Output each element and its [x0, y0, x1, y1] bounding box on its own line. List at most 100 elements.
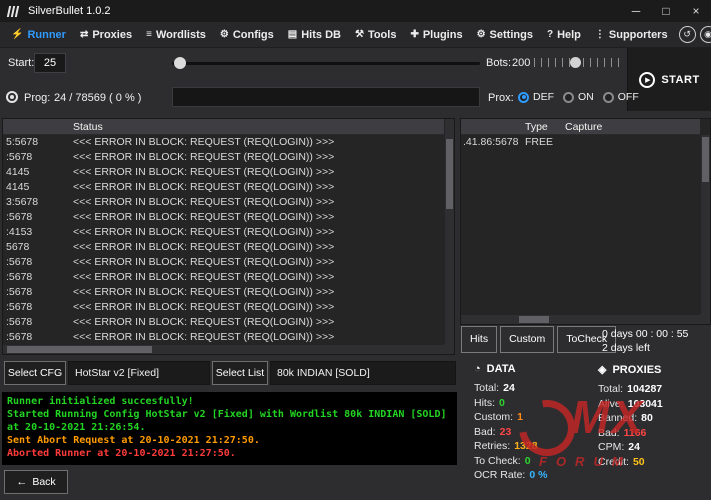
stat-label: Bad:: [474, 426, 496, 438]
table-row[interactable]: :5678 <<< ERROR IN BLOCK: REQUEST (REQ(L…: [3, 300, 444, 315]
console-line: Aborted Runner at 20-10-2021 21:27:50.: [7, 447, 452, 460]
proxy-fragment: :5678: [3, 255, 73, 270]
stat-row: Banned: 80: [598, 412, 663, 424]
table-row[interactable]: :5678 <<< ERROR IN BLOCK: REQUEST (REQ(L…: [3, 255, 444, 270]
stat-label: Retries:: [474, 440, 510, 452]
select-list-button[interactable]: Select List: [212, 361, 268, 385]
table-row[interactable]: 4145 <<< ERROR IN BLOCK: REQUEST (REQ(LO…: [3, 180, 444, 195]
vertical-scrollbar[interactable]: [444, 119, 454, 344]
camera-icon-icon[interactable]: ◉: [700, 26, 711, 43]
settings[interactable]: ⚙ Settings: [470, 22, 540, 48]
table-row[interactable]: :5678 <<< ERROR IN BLOCK: REQUEST (REQ(L…: [3, 210, 444, 225]
proxies-icon-icon: ⇄: [80, 29, 88, 40]
help[interactable]: ? Help: [540, 22, 588, 48]
stat-value: 1: [517, 411, 523, 423]
table-row[interactable]: :4153 <<< ERROR IN BLOCK: REQUEST (REQ(L…: [3, 225, 444, 240]
radio-label: OFF: [618, 91, 639, 103]
bots-slider[interactable]: [534, 56, 620, 69]
elapsed-time: 0 days 00 : 00 : 55: [602, 327, 688, 341]
proxy-fragment: :5678: [3, 270, 73, 285]
status-log-table: Status 5:5678 <<< ERROR IN BLOCK: REQUES…: [2, 118, 455, 355]
wordlists-icon-icon: ≡: [146, 29, 152, 40]
status-message: <<< ERROR IN BLOCK: REQUEST (REQ(LOGIN))…: [73, 285, 444, 300]
nav-items: ⚡ Runner ⇄ Proxies ≡ Wordlists ⚙ Configs: [0, 22, 675, 48]
back-button[interactable]: ← Back: [4, 470, 68, 494]
main-tables: Status 5:5678 <<< ERROR IN BLOCK: REQUES…: [0, 118, 711, 355]
stat-value: 0: [499, 397, 505, 409]
frag-column-header: [3, 119, 73, 134]
stat-label: Banned:: [598, 412, 637, 424]
stat-row: To Check: 0: [474, 455, 547, 467]
hits-db[interactable]: ▤ Hits DB: [281, 22, 348, 48]
table-row[interactable]: :5678 <<< ERROR IN BLOCK: REQUEST (REQ(L…: [3, 270, 444, 285]
selected-config-name: HotStar v2 [Fixed]: [68, 361, 210, 385]
proxies[interactable]: ⇄ Proxies: [73, 22, 139, 48]
history-icon-icon[interactable]: ↺: [679, 26, 696, 43]
stat-row: Retries: 1328: [474, 440, 547, 452]
table-row[interactable]: 3:5678 <<< ERROR IN BLOCK: REQUEST (REQ(…: [3, 195, 444, 210]
start-slider[interactable]: [172, 62, 480, 65]
vertical-scrollbar[interactable]: [700, 135, 710, 314]
stat-label: OCR Rate:: [474, 469, 525, 481]
horizontal-scrollbar[interactable]: [3, 344, 444, 354]
wordlists[interactable]: ≡ Wordlists: [139, 22, 213, 48]
off[interactable]: OFF: [603, 91, 639, 103]
close-button[interactable]: ×: [681, 0, 711, 22]
start-button[interactable]: ▶ START: [627, 48, 711, 111]
runner-console[interactable]: Runner initialized succesfully! Started …: [2, 392, 457, 465]
runner[interactable]: ⚡ Runner: [4, 22, 73, 48]
start-button-label: START: [661, 74, 699, 86]
plugins[interactable]: ✚ Plugins: [403, 22, 469, 48]
scrollbar-thumb[interactable]: [702, 137, 709, 182]
scrollbar-thumb[interactable]: [7, 346, 152, 353]
horizontal-scrollbar[interactable]: [461, 314, 700, 324]
data-stats-header: ◔ DATA: [474, 363, 547, 375]
stat-row: Custom: 1: [474, 411, 547, 423]
stat-value: 1328: [514, 440, 537, 452]
table-row[interactable]: :5678 <<< ERROR IN BLOCK: REQUEST (REQ(L…: [3, 285, 444, 300]
silverbullet-window: SilverBullet 1.0.2 ─ □ × ⚡ Runner ⇄ Prox…: [0, 0, 711, 500]
nav-label: Supporters: [609, 29, 668, 41]
bots-slider-thumb[interactable]: [570, 57, 581, 68]
back-arrow-icon: ←: [16, 476, 27, 488]
table-row[interactable]: .41.86:5678 FREE: [461, 135, 700, 150]
stat-label: Custom:: [474, 411, 513, 423]
select-cfg-button[interactable]: Select CFG: [4, 361, 66, 385]
table-row[interactable]: 5678 <<< ERROR IN BLOCK: REQUEST (REQ(LO…: [3, 240, 444, 255]
minimize-button[interactable]: ─: [621, 0, 651, 22]
configs[interactable]: ⚙ Configs: [213, 22, 281, 48]
table-row[interactable]: :5678 <<< ERROR IN BLOCK: REQUEST (REQ(L…: [3, 315, 444, 330]
radio-label: DEF: [533, 91, 554, 103]
start-slider-thumb[interactable]: [174, 57, 186, 69]
stat-label: Total:: [598, 383, 623, 395]
pie-icon: ◔: [474, 363, 481, 375]
main-menu: ⚡ Runner ⇄ Proxies ≡ Wordlists ⚙ Configs: [0, 22, 711, 48]
scrollbar-thumb[interactable]: [519, 316, 549, 323]
maximize-button[interactable]: □: [651, 0, 681, 22]
stat-value: 80: [641, 412, 653, 424]
plugins-icon-icon: ✚: [410, 29, 418, 40]
play-glyph: ▶: [645, 76, 650, 84]
start-input[interactable]: [34, 53, 66, 73]
table-row[interactable]: :5678 <<< ERROR IN BLOCK: REQUEST (REQ(L…: [3, 330, 444, 344]
tools[interactable]: ⚒ Tools: [348, 22, 403, 48]
stat-value: 103041: [628, 398, 663, 410]
config-row: Select CFG HotStar v2 [Fixed] Select Lis…: [0, 355, 459, 392]
table-row[interactable]: 5:5678 <<< ERROR IN BLOCK: REQUEST (REQ(…: [3, 135, 444, 150]
custom[interactable]: Custom: [500, 326, 554, 353]
def[interactable]: DEF: [518, 91, 554, 103]
scrollbar-thumb[interactable]: [446, 139, 453, 209]
status-message: <<< ERROR IN BLOCK: REQUEST (REQ(LOGIN))…: [73, 225, 444, 240]
selected-wordlist-name: 80k INDIAN [SOLD]: [270, 361, 456, 385]
runner-icon-icon: ⚡: [11, 29, 23, 40]
proxy-fragment: :5678: [3, 210, 73, 225]
table-row[interactable]: :5678 <<< ERROR IN BLOCK: REQUEST (REQ(L…: [3, 150, 444, 165]
tools-icon-icon: ⚒: [355, 29, 364, 40]
table-row[interactable]: 4145 <<< ERROR IN BLOCK: REQUEST (REQ(LO…: [3, 165, 444, 180]
proxy-column-header: [461, 119, 525, 134]
nav-label: Runner: [27, 29, 66, 41]
supporters[interactable]: ⋮ Supporters: [588, 22, 675, 48]
on[interactable]: ON: [563, 91, 594, 103]
status-message: <<< ERROR IN BLOCK: REQUEST (REQ(LOGIN))…: [73, 150, 444, 165]
hits[interactable]: Hits: [461, 326, 497, 353]
